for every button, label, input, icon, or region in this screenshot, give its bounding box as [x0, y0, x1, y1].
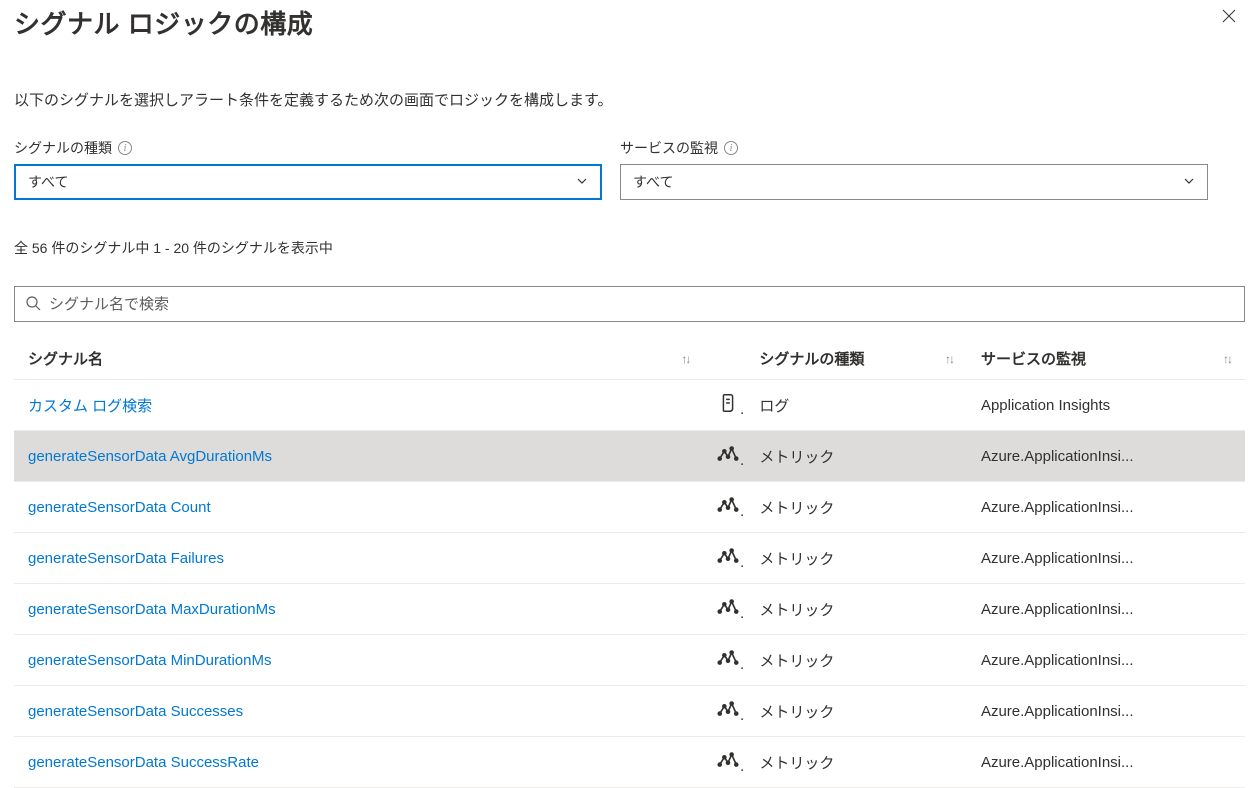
sort-icon: ↑↓: [945, 352, 953, 366]
info-icon[interactable]: i: [724, 141, 738, 155]
signal-type-cell: メトリック: [745, 482, 967, 533]
page-title: シグナル ロジックの構成: [14, 4, 313, 41]
monitor-cell: Azure.ApplicationInsi...: [967, 737, 1245, 788]
chevron-down-icon: [1183, 175, 1195, 190]
signal-name-link[interactable]: カスタム ログ検索: [14, 380, 703, 431]
signal-type-cell: メトリック: [745, 737, 967, 788]
table-row[interactable]: generateSensorData Failures メトリックAzure.Ap…: [14, 533, 1245, 584]
monitor-service-label: サービスの監視: [620, 138, 718, 158]
metric-icon: [703, 584, 745, 635]
table-row[interactable]: generateSensorData SuccessRate メトリックAzure…: [14, 737, 1245, 788]
col-header-label: サービスの監視: [981, 348, 1086, 369]
signal-type-cell: メトリック: [745, 431, 967, 482]
table-row[interactable]: generateSensorData Count メトリックAzure.Appli…: [14, 482, 1245, 533]
result-count-text: 全 56 件のシグナル中 1 - 20 件のシグナルを表示中: [14, 238, 1245, 258]
info-icon[interactable]: i: [118, 141, 132, 155]
metric-icon: [703, 635, 745, 686]
table-row[interactable]: カスタム ログ検索ログApplication Insights: [14, 380, 1245, 431]
table-row[interactable]: generateSensorData AvgDurationMs メトリックAzu…: [14, 431, 1245, 482]
table-row[interactable]: generateSensorData MinDurationMs メトリックAzu…: [14, 635, 1245, 686]
signal-type-cell: ログ: [745, 380, 967, 431]
signal-type-label: シグナルの種類: [14, 138, 112, 158]
monitor-cell: Azure.ApplicationInsi...: [967, 431, 1245, 482]
col-header-label: シグナルの種類: [759, 348, 864, 369]
metric-icon: [703, 533, 745, 584]
signal-name-link[interactable]: generateSensorData AvgDurationMs: [14, 431, 703, 482]
signal-name-link[interactable]: generateSensorData MinDurationMs: [14, 635, 703, 686]
signal-type-value: すべて: [28, 172, 68, 192]
col-header-signal-type[interactable]: シグナルの種類 ↑↓: [745, 338, 967, 380]
signal-name-link[interactable]: generateSensorData Failures: [14, 533, 703, 584]
signal-name-link[interactable]: generateSensorData MaxDurationMs: [14, 584, 703, 635]
monitor-cell: Application Insights: [967, 380, 1245, 431]
signal-type-cell: メトリック: [745, 533, 967, 584]
monitor-service-dropdown[interactable]: すべて: [620, 164, 1208, 200]
search-input[interactable]: [49, 296, 1234, 313]
signal-name-link[interactable]: generateSensorData Count: [14, 482, 703, 533]
sort-icon: ↑↓: [681, 352, 689, 366]
sort-icon: ↑↓: [1223, 352, 1231, 366]
monitor-cell: Azure.ApplicationInsi...: [967, 584, 1245, 635]
signal-table: シグナル名 ↑↓ シグナルの種類 ↑↓ サービスの監視 ↑↓ カスタム ログ検索…: [14, 338, 1245, 788]
metric-icon: [703, 686, 745, 737]
signal-name-link[interactable]: generateSensorData Successes: [14, 686, 703, 737]
signal-name-link[interactable]: generateSensorData SuccessRate: [14, 737, 703, 788]
monitor-service-value: すべて: [633, 172, 673, 192]
signal-type-cell: メトリック: [745, 584, 967, 635]
signal-type-dropdown[interactable]: すべて: [14, 164, 602, 200]
search-box[interactable]: [14, 286, 1245, 322]
metric-icon: [703, 482, 745, 533]
monitor-cell: Azure.ApplicationInsi...: [967, 635, 1245, 686]
monitor-cell: Azure.ApplicationInsi...: [967, 482, 1245, 533]
chevron-down-icon: [576, 175, 588, 190]
col-header-signal-name[interactable]: シグナル名 ↑↓: [14, 338, 703, 380]
close-button[interactable]: [1213, 4, 1245, 32]
col-header-label: シグナル名: [28, 348, 103, 369]
metric-icon: [703, 737, 745, 788]
table-row[interactable]: generateSensorData Successes メトリックAzure.A…: [14, 686, 1245, 737]
monitor-cell: Azure.ApplicationInsi...: [967, 533, 1245, 584]
search-icon: [25, 295, 41, 314]
col-header-monitor[interactable]: サービスの監視 ↑↓: [967, 338, 1245, 380]
monitor-cell: Azure.ApplicationInsi...: [967, 686, 1245, 737]
log-icon: [703, 380, 745, 431]
metric-icon: [703, 431, 745, 482]
page-description: 以下のシグナルを選択しアラート条件を定義するため次の画面でロジックを構成します。: [14, 89, 1245, 110]
signal-type-cell: メトリック: [745, 635, 967, 686]
signal-type-cell: メトリック: [745, 686, 967, 737]
close-icon: [1221, 7, 1237, 29]
table-row[interactable]: generateSensorData MaxDurationMs メトリックAzu…: [14, 584, 1245, 635]
